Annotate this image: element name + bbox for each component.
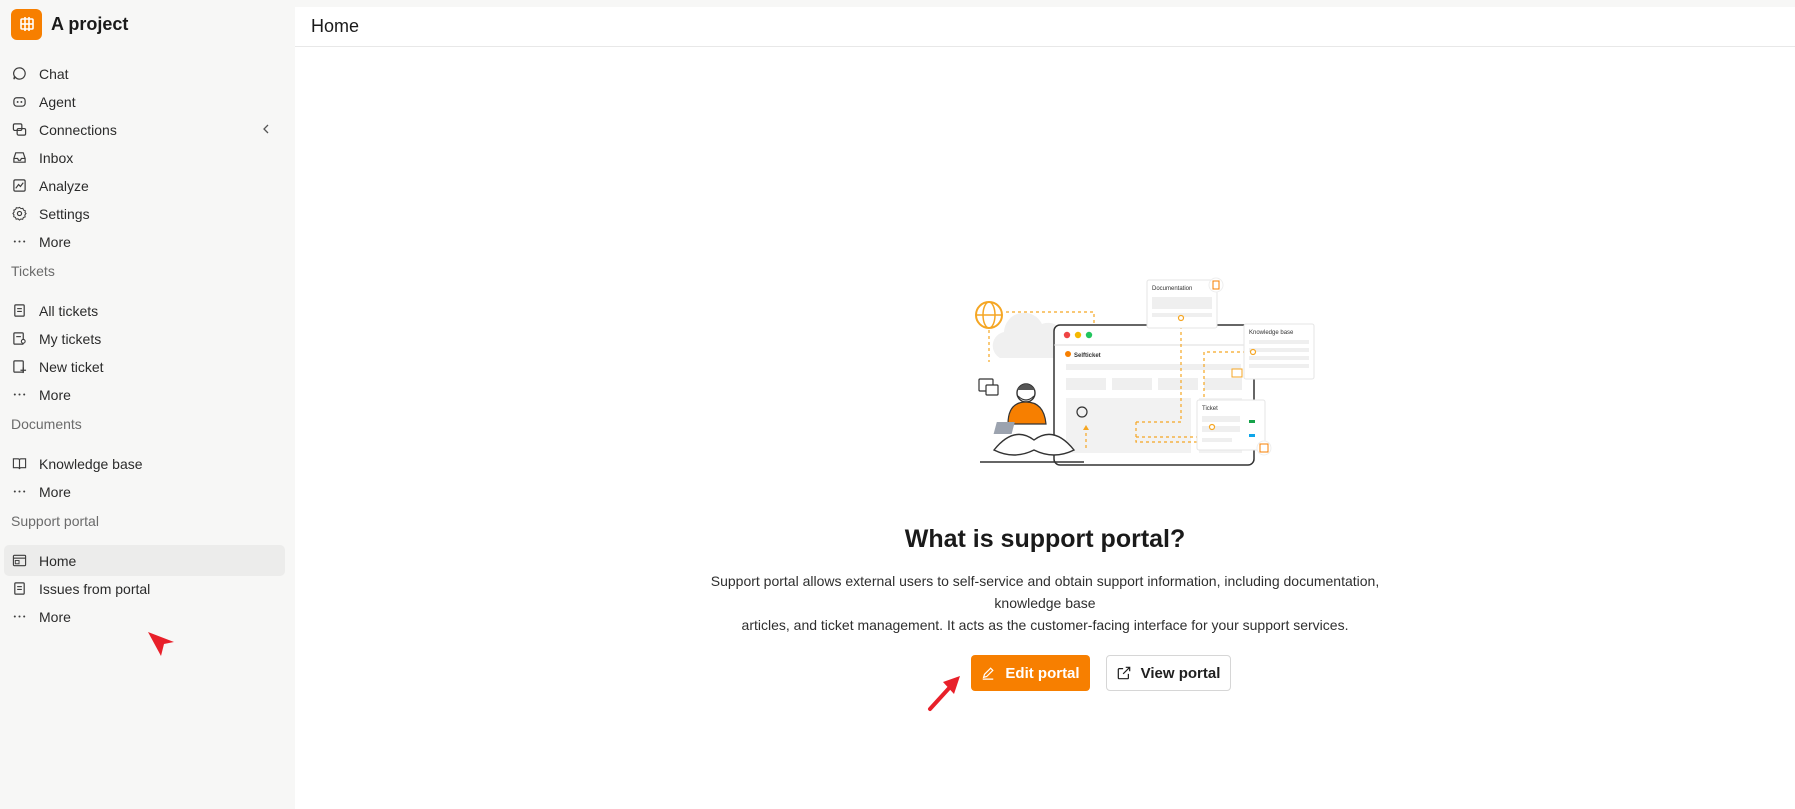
section-title-tickets: Tickets: [11, 263, 55, 279]
sidebar-item-label: My tickets: [39, 330, 102, 347]
new-ticket-icon: [11, 359, 27, 375]
sidebar-item-inbox[interactable]: Inbox: [4, 142, 285, 173]
sidebar-item-label: Knowledge base: [39, 455, 143, 472]
page-header: Home: [295, 7, 1795, 47]
chevron-left-icon[interactable]: [259, 122, 273, 136]
agent-icon: [11, 94, 27, 110]
globe-icon: [975, 301, 1003, 329]
sidebar-item-analyze[interactable]: Analyze: [4, 170, 285, 201]
sidebar-item-documents-more[interactable]: More: [4, 476, 285, 507]
sidebar-item-my-tickets[interactable]: My tickets: [4, 323, 285, 354]
sidebar-item-label: Issues from portal: [39, 580, 151, 597]
chat-icon: [11, 66, 27, 82]
sidebar-item-label: New ticket: [39, 358, 104, 375]
illustration-documentation-label: Documentation: [1152, 286, 1192, 292]
book-icon: [11, 456, 27, 472]
sidebar-item-all-tickets[interactable]: All tickets: [4, 295, 285, 326]
more-icon: [11, 609, 27, 625]
sidebar-item-label: Connections: [39, 121, 117, 138]
annotation-arrow-edit: [928, 676, 960, 711]
sidebar-item-label: Analyze: [39, 177, 89, 194]
my-tickets-icon: [11, 331, 27, 347]
sidebar-item-new-ticket[interactable]: New ticket: [4, 351, 285, 382]
more-icon: [11, 234, 27, 250]
view-portal-button[interactable]: View portal: [1106, 655, 1231, 691]
hero-description-line: Support portal allows external users to …: [710, 573, 1380, 611]
sidebar-item-issues-from-portal[interactable]: Issues from portal: [4, 573, 285, 604]
all-tickets-icon: [11, 303, 27, 319]
section-title-documents: Documents: [11, 416, 82, 432]
issues-icon: [11, 581, 27, 597]
connections-icon: [11, 122, 27, 138]
sidebar-item-settings[interactable]: Settings: [4, 198, 285, 229]
main-content: Home Selfticket Documentation Knowledge …: [295, 7, 1795, 809]
hero-title: What is support portal?: [904, 525, 1186, 553]
settings-icon: [11, 206, 27, 222]
external-link-icon: [1117, 665, 1133, 681]
sidebar-item-label: More: [39, 386, 71, 403]
illustration-brand-label: Selfticket: [1074, 353, 1101, 359]
sidebar-item-tickets-more[interactable]: More: [4, 379, 285, 410]
illustration-ticket-label: Ticket: [1202, 406, 1218, 412]
sidebar-item-knowledge-base[interactable]: Knowledge base: [4, 448, 285, 479]
sidebar-item-label: All tickets: [39, 302, 99, 319]
sidebar-item-label: Chat: [39, 65, 69, 82]
sidebar-item-label: Settings: [39, 205, 90, 222]
edit-icon: [981, 665, 997, 681]
more-icon: [11, 484, 27, 500]
more-icon: [11, 387, 27, 403]
sidebar-item-portal-home[interactable]: Home: [4, 545, 285, 576]
sidebar-item-agent[interactable]: Agent: [4, 86, 285, 117]
project-name: A project: [51, 13, 129, 34]
portal-home-icon: [11, 553, 27, 569]
sidebar-item-more[interactable]: More: [4, 226, 285, 257]
sidebar-item-label: More: [39, 483, 71, 500]
sidebar-item-connections[interactable]: Connections: [4, 114, 285, 145]
analyze-icon: [11, 178, 27, 194]
edit-portal-button[interactable]: Edit portal: [971, 655, 1090, 691]
sidebar-item-label: Agent: [39, 93, 76, 110]
sidebar-item-portal-more[interactable]: More: [4, 601, 285, 632]
sidebar-item-label: More: [39, 233, 71, 250]
page-title: Home: [311, 16, 360, 36]
sidebar-item-label: Home: [39, 552, 77, 569]
illustration-knowledge-base-label: Knowledge base: [1249, 330, 1294, 336]
hero-description: Support portal allows external users to …: [685, 570, 1405, 636]
project-logo-icon: [11, 8, 42, 40]
section-title-support-portal: Support portal: [11, 513, 99, 529]
sidebar-item-chat[interactable]: Chat: [4, 58, 285, 89]
hero-description-line: articles, and ticket management. It acts…: [741, 617, 1349, 633]
annotation-arrow-home: [148, 632, 174, 656]
sidebar-item-label: More: [39, 608, 71, 625]
support-portal-illustration: Selfticket Documentation Knowledge base: [975, 277, 1315, 466]
view-portal-label: View portal: [1140, 664, 1221, 682]
inbox-icon: [11, 150, 27, 166]
sidebar: A project Chat Agent Connections Inbox A…: [0, 0, 295, 809]
sidebar-item-label: Inbox: [39, 149, 74, 166]
edit-portal-label: Edit portal: [1005, 664, 1080, 682]
project-header[interactable]: A project: [11, 8, 128, 40]
